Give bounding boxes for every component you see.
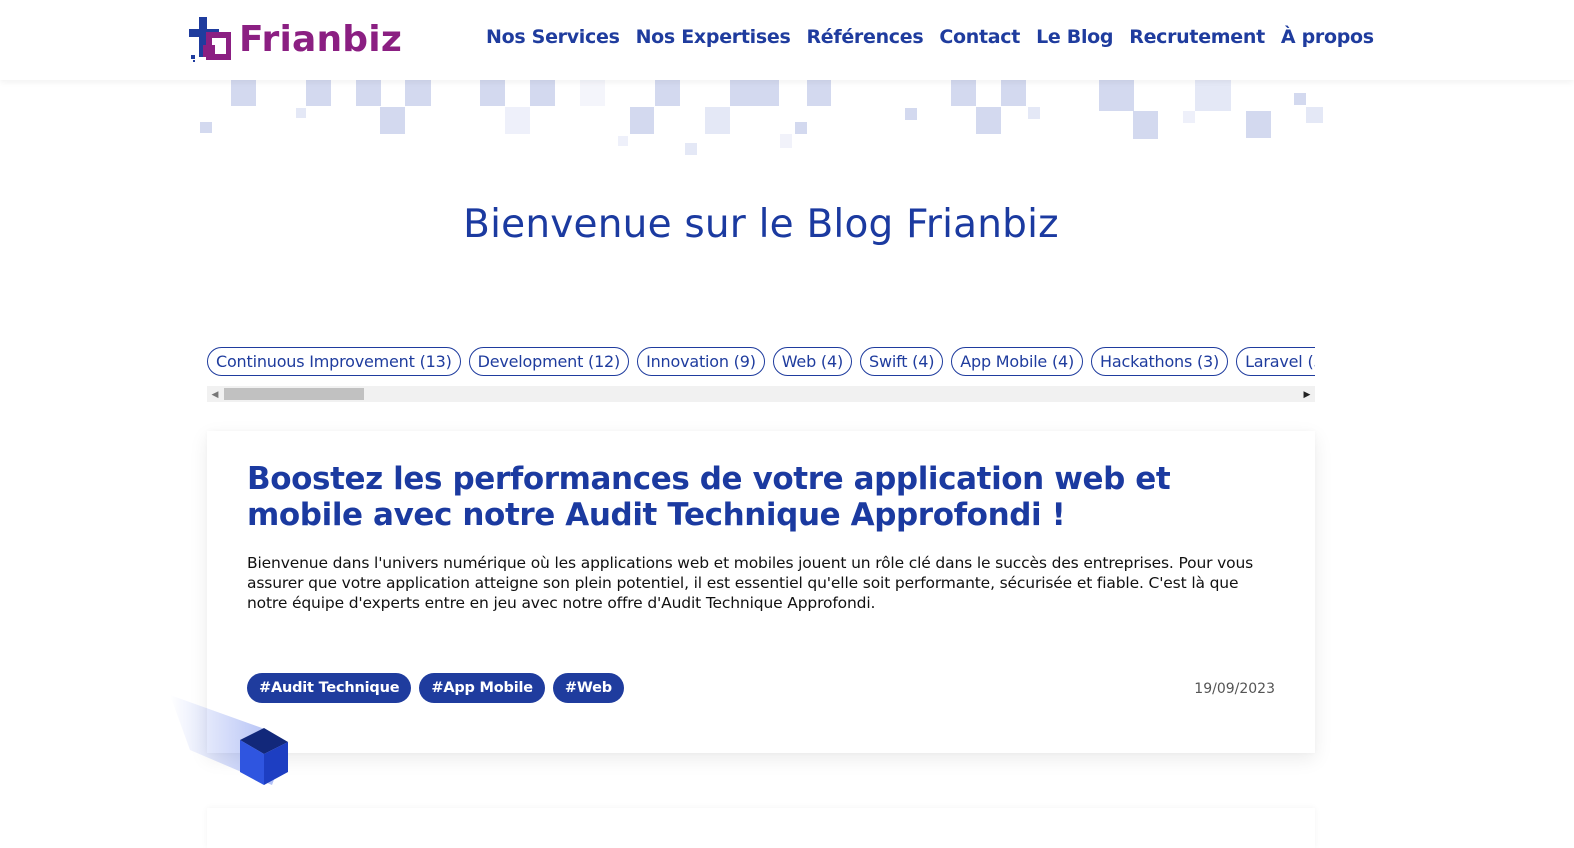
logo-icon [189,17,231,62]
scrollbar-thumb[interactable] [224,388,364,400]
post-tags: #Audit Technique #App Mobile #Web [247,673,624,703]
site-header: Frianbiz Nos Services Nos Expertises Réf… [0,0,1574,80]
category-chip-innovation[interactable]: Innovation (9) [637,347,765,376]
post-date: 19/09/2023 [1194,681,1275,697]
horizontal-scrollbar[interactable]: ◀ ▶ [207,386,1315,402]
scroll-left-arrow-icon[interactable]: ◀ [207,386,223,402]
brand-name: Frianbiz [239,18,402,60]
page-title: Bienvenue sur le Blog Frianbiz [463,202,1059,247]
main-nav: Nos Services Nos Expertises Références C… [486,26,1374,48]
category-chip-app-mobile[interactable]: App Mobile (4) [951,347,1084,376]
nav-item-references[interactable]: Références [806,26,923,48]
category-chip-continuous-improvement[interactable]: Continuous Improvement (13) [207,347,461,376]
nav-item-services[interactable]: Nos Services [486,26,620,48]
post-title[interactable]: Boostez les performances de votre applic… [247,461,1267,533]
category-chip-web[interactable]: Web (4) [772,347,852,376]
nav-item-expertises[interactable]: Nos Expertises [636,26,791,48]
nav-item-blog[interactable]: Le Blog [1036,26,1113,48]
nav-item-about[interactable]: À propos [1281,26,1374,48]
category-chip-laravel[interactable]: Laravel (3) [1236,347,1315,376]
category-chip-hackathons[interactable]: Hackathons (3) [1091,347,1229,376]
tag-app-mobile[interactable]: #App Mobile [419,673,545,703]
category-chip-swift[interactable]: Swift (4) [859,347,944,376]
nav-item-contact[interactable]: Contact [939,26,1020,48]
scroll-right-arrow-icon[interactable]: ▶ [1299,386,1315,402]
cube-decoration-icon [170,695,288,785]
tag-web[interactable]: #Web [552,673,624,703]
post-excerpt: Bienvenue dans l'univers numérique où le… [247,554,1254,612]
category-chip-development[interactable]: Development (12) [468,347,630,376]
brand-logo[interactable]: Frianbiz [187,14,402,64]
nav-item-recruitment[interactable]: Recrutement [1129,26,1265,48]
next-post-card[interactable] [207,808,1315,848]
blog-post-card[interactable]: Boostez les performances de votre applic… [207,431,1315,753]
